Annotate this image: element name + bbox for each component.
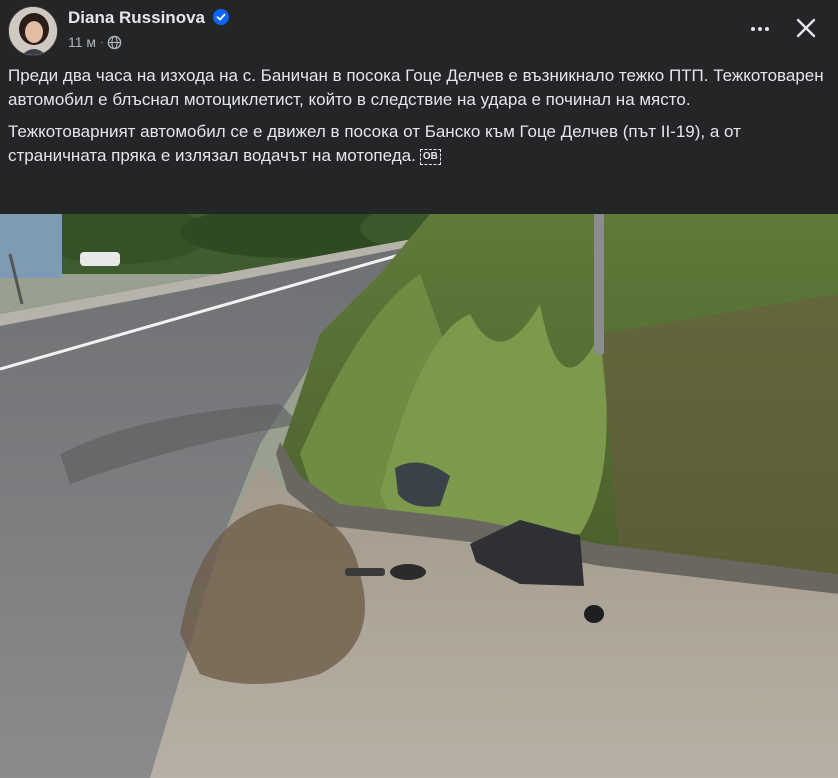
post-timestamp[interactable]: 11 м — [68, 34, 96, 50]
more-options-button[interactable] — [742, 14, 778, 44]
more-horizontal-icon — [751, 27, 755, 31]
post-text: Преди два часа на изхода на с. Баничан в… — [8, 64, 830, 176]
avatar[interactable] — [8, 6, 58, 56]
post-paragraph: Тежкотоварният автомобил се е движел в п… — [8, 122, 741, 165]
accident-scene-photo — [0, 214, 838, 778]
author-name[interactable]: Diana Russinova — [68, 8, 205, 28]
verified-badge-icon — [213, 9, 229, 25]
avatar-image — [9, 7, 57, 55]
meta-separator: · — [100, 36, 104, 48]
post-header: Diana Russinova 11 м · — [0, 0, 838, 62]
ob-badge[interactable]: ОВ — [419, 149, 441, 165]
globe-icon[interactable] — [107, 35, 122, 50]
close-icon[interactable] — [790, 12, 822, 44]
post-paragraph: Преди два часа на изхода на с. Баничан в… — [8, 66, 824, 109]
post-meta: 11 м · — [68, 34, 122, 50]
post-photo[interactable] — [0, 214, 838, 778]
